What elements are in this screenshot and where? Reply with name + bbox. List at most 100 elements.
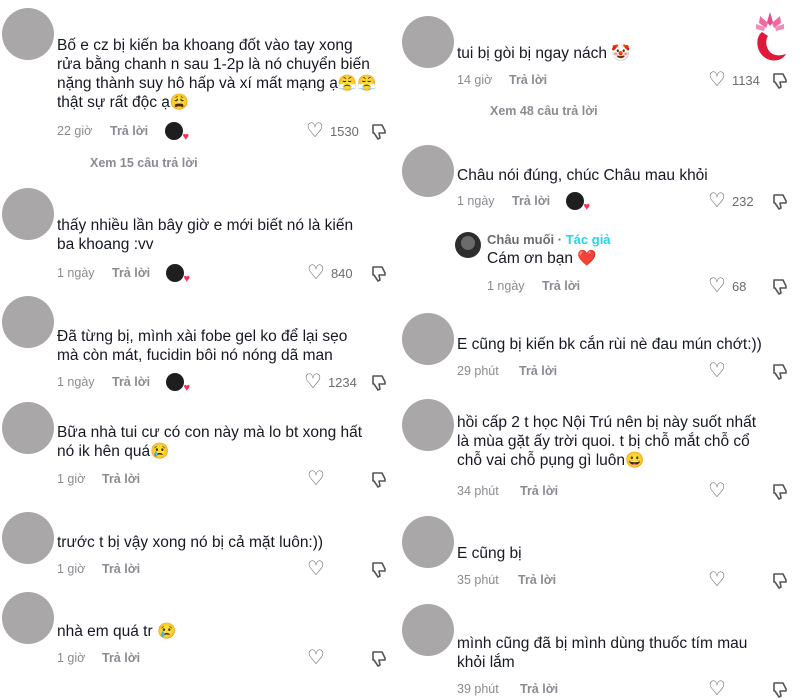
- comment-text: nhà em quá tr 😢: [57, 623, 177, 640]
- heart-outline-icon: ♡: [708, 480, 726, 502]
- thumbs-down-icon[interactable]: [369, 560, 389, 580]
- creator-liked-badge: [566, 192, 590, 213]
- like-button[interactable]: ♡: [708, 570, 726, 590]
- like-count: 840: [330, 265, 353, 281]
- comment-time: 1 ngày: [457, 194, 495, 208]
- reply-button[interactable]: Trả lời: [102, 472, 140, 486]
- like-button[interactable]: ♡ 1134: [708, 70, 760, 90]
- thumbs-down-icon[interactable]: [369, 470, 389, 490]
- like-button[interactable]: ♡: [307, 648, 325, 668]
- avatar[interactable]: [2, 8, 54, 60]
- heart-outline-icon: ♡: [304, 371, 322, 393]
- reply-button[interactable]: Trả lời: [519, 364, 557, 378]
- comment-text: tui bị gòi bị ngay nách 🤡: [457, 45, 631, 62]
- avatar[interactable]: [2, 512, 54, 564]
- heart-outline-icon: ♡: [708, 190, 726, 212]
- author-name[interactable]: Châu muối: [487, 232, 554, 247]
- comment-time: 39 phút: [457, 682, 499, 696]
- comment-time: 22 giờ: [57, 124, 93, 138]
- separator: ·: [554, 232, 566, 247]
- thumbs-down-icon[interactable]: [770, 680, 790, 700]
- like-button[interactable]: ♡: [708, 679, 726, 699]
- heart-outline-icon: ♡: [307, 647, 325, 669]
- thumbs-down-icon[interactable]: [770, 71, 790, 91]
- reply-button[interactable]: Trả lời: [518, 573, 556, 587]
- reply-button[interactable]: Trả lời: [520, 484, 558, 498]
- like-button[interactable]: ♡ 68: [708, 276, 746, 296]
- heart-outline-icon: ♡: [708, 275, 726, 297]
- comment-time: 29 phút: [457, 364, 499, 378]
- comment-time: 1 ngày: [57, 266, 95, 280]
- creator-liked-badge: [166, 264, 190, 285]
- reply-button[interactable]: Trả lời: [509, 73, 547, 87]
- like-button[interactable]: ♡: [708, 481, 726, 501]
- thumbs-down-icon[interactable]: [369, 264, 389, 284]
- like-button[interactable]: ♡: [708, 361, 726, 381]
- avatar[interactable]: [402, 16, 454, 68]
- like-button[interactable]: ♡ 1234: [304, 372, 357, 392]
- reply-button[interactable]: Trả lời: [112, 266, 150, 280]
- comment-text: trước t bị vậy xong nó bị cả mặt luôn:)): [57, 534, 324, 551]
- avatar[interactable]: [402, 313, 454, 365]
- avatar[interactable]: [2, 592, 54, 644]
- reply-button[interactable]: Trả lời: [520, 682, 558, 696]
- thumbs-down-icon[interactable]: [770, 277, 790, 297]
- view-replies-link[interactable]: Xem 48 câu trả lời: [490, 104, 598, 118]
- comment-text: mình cũng đã bị mình dùng thuốc tím mau …: [457, 635, 748, 671]
- like-count: 1530: [329, 123, 359, 139]
- comment-time: 1 giờ: [57, 562, 86, 576]
- like-count: 68: [731, 278, 747, 294]
- comment-time: 1 ngày: [57, 375, 95, 389]
- thumbs-down-icon[interactable]: [369, 373, 389, 393]
- creator-liked-badge: [166, 373, 190, 394]
- comment-text: Đã từng bị, mình xài fobe gel ko để lại …: [57, 328, 348, 364]
- reply-button[interactable]: Trả lời: [110, 124, 148, 138]
- avatar[interactable]: [2, 188, 54, 240]
- author-avatar[interactable]: [455, 232, 481, 258]
- comment-time: 14 giờ: [457, 73, 493, 87]
- reply-button[interactable]: Trả lời: [112, 375, 150, 389]
- like-button[interactable]: ♡ 232: [708, 191, 754, 211]
- thumbs-down-icon[interactable]: [369, 649, 389, 669]
- thumbs-down-icon[interactable]: [770, 192, 790, 212]
- avatar[interactable]: [402, 145, 454, 197]
- reply-text: Cám ơn bạn ❤️: [487, 250, 597, 267]
- comment-time: 1 giờ: [57, 472, 86, 486]
- comment-time: 35 phút: [457, 573, 499, 587]
- comment-time: 34 phút: [457, 484, 499, 498]
- reply-button[interactable]: Trả lời: [512, 194, 550, 208]
- thumbs-down-icon[interactable]: [770, 482, 790, 502]
- heart-outline-icon: ♡: [708, 360, 726, 382]
- comment-time: 1 giờ: [57, 651, 86, 665]
- avatar[interactable]: [402, 399, 454, 451]
- reply-button[interactable]: Trả lời: [102, 562, 140, 576]
- reply-button[interactable]: Trả lời: [542, 279, 580, 293]
- comment-text: E cũng bị: [457, 545, 522, 562]
- like-button[interactable]: ♡ 840: [307, 263, 353, 283]
- like-count: 1134: [731, 72, 760, 88]
- thumbs-down-icon[interactable]: [369, 122, 389, 142]
- reply-button[interactable]: Trả lời: [102, 651, 140, 665]
- comment-text: thấy nhiều lần bây giờ e mới biết nó là …: [57, 217, 354, 253]
- avatar[interactable]: [2, 402, 54, 454]
- like-button[interactable]: ♡: [307, 469, 325, 489]
- heart-outline-icon: ♡: [708, 69, 726, 91]
- thumbs-down-icon[interactable]: [770, 571, 790, 591]
- like-button[interactable]: ♡ 1530: [306, 121, 359, 141]
- like-button[interactable]: ♡: [307, 559, 325, 579]
- comment-text: Bố e cz bị kiến ba khoang đốt vào tay xo…: [57, 37, 377, 111]
- avatar[interactable]: [402, 604, 454, 656]
- author-tag: Tác giả: [565, 232, 611, 247]
- heart-outline-icon: ♡: [307, 262, 325, 284]
- view-replies-link[interactable]: Xem 15 câu trả lời: [90, 156, 198, 170]
- comment-text: E cũng bị kiến bk cắn rùi nè đau mún chớ…: [457, 336, 762, 353]
- heart-outline-icon: ♡: [306, 120, 324, 142]
- comment-text: Bữa nhà tui cư có con này mà lo bt xong …: [57, 424, 363, 460]
- thumbs-down-icon[interactable]: [770, 362, 790, 382]
- reply-time: 1 ngày: [487, 279, 525, 293]
- heart-outline-icon: ♡: [708, 569, 726, 591]
- comment-text: hồi cấp 2 t học Nội Trú nên bị này suốt …: [457, 414, 756, 469]
- avatar[interactable]: [402, 516, 454, 568]
- creator-liked-badge: [165, 122, 189, 143]
- avatar[interactable]: [2, 296, 54, 348]
